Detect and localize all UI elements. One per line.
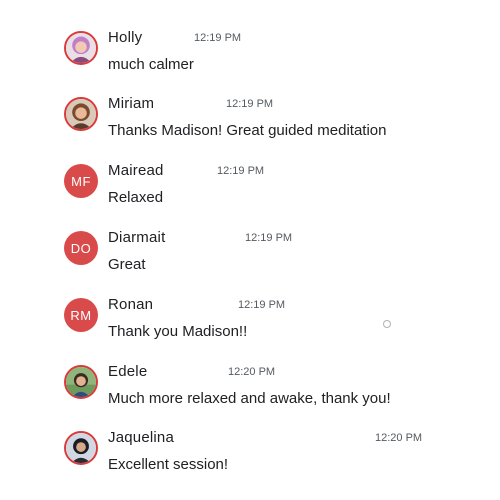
chat-message: MF Mairead 12:19 PM Relaxed [0, 160, 500, 220]
message-timestamp: 12:19 PM [217, 165, 265, 177]
message-timestamp: 12:19 PM [238, 299, 286, 311]
message-text: Thanks Madison! Great guided meditation [108, 122, 387, 139]
chat-message: RM Ronan 12:19 PM Thank you Madison!! [0, 294, 500, 354]
miriam-avatar[interactable] [64, 97, 98, 131]
chat-message-list: Holly 12:19 PM much calmer Miriam 12:19 … [0, 0, 500, 500]
sender-name: Edele [108, 363, 148, 380]
sender-name: Miriam [108, 95, 155, 112]
chat-message: Holly 12:19 PM much calmer [0, 27, 500, 87]
message-timestamp: 12:20 PM [375, 432, 423, 444]
sender-name: Diarmait [108, 229, 166, 246]
holly-avatar-photo-icon [66, 33, 96, 63]
chat-message: DO Diarmait 12:19 PM Great [0, 227, 500, 287]
sender-name: Jaquelina [108, 429, 175, 446]
holly-avatar[interactable] [64, 31, 98, 65]
mairead-avatar[interactable]: MF [64, 164, 98, 198]
message-text: Relaxed [108, 189, 164, 206]
ronan-avatar[interactable]: RM [64, 298, 98, 332]
chat-message: Miriam 12:19 PM Thanks Madison! Great gu… [0, 93, 500, 153]
avatar-initials: MF [71, 173, 91, 189]
jaquelina-avatar[interactable] [64, 431, 98, 465]
sender-name: Mairead [108, 162, 164, 179]
message-timestamp: 12:20 PM [228, 366, 276, 378]
avatar-initials: RM [70, 307, 92, 323]
edele-avatar[interactable] [64, 365, 98, 399]
message-timestamp: 12:19 PM [245, 232, 293, 244]
diarmait-avatar[interactable]: DO [64, 231, 98, 265]
sender-name: Ronan [108, 296, 154, 313]
miriam-avatar-photo-icon [66, 99, 96, 129]
read-receipt-icon [383, 320, 391, 328]
edele-avatar-photo-icon [66, 367, 96, 397]
message-text: Much more relaxed and awake, thank you! [108, 390, 391, 407]
jaquelina-avatar-photo-icon [66, 433, 96, 463]
avatar-initials: DO [70, 240, 92, 256]
message-timestamp: 12:19 PM [226, 98, 274, 110]
chat-message: Jaquelina 12:20 PM Excellent session! [0, 427, 500, 487]
message-text: Excellent session! [108, 456, 229, 473]
sender-name: Holly [108, 29, 143, 46]
message-timestamp: 12:19 PM [194, 32, 242, 44]
message-text: Thank you Madison!! [108, 323, 248, 340]
message-text: Great [108, 256, 146, 273]
chat-message: Edele 12:20 PM Much more relaxed and awa… [0, 361, 500, 421]
message-text: much calmer [108, 56, 194, 73]
